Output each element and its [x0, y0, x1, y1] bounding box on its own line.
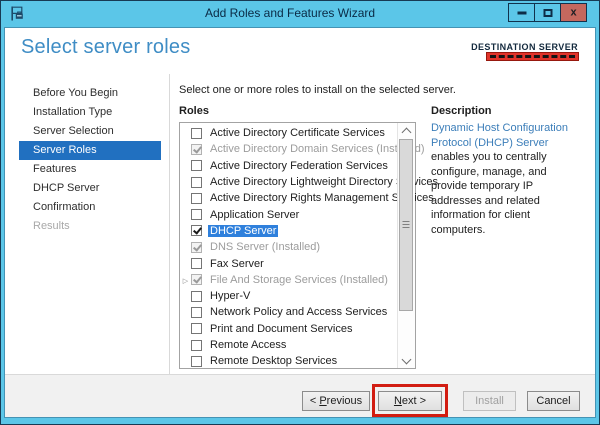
role-label: Fax Server: [208, 258, 266, 270]
role-checkbox[interactable]: [191, 274, 202, 285]
role-checkbox[interactable]: [191, 307, 202, 318]
cancel-button[interactable]: Cancel: [527, 391, 580, 411]
role-checkbox[interactable]: [191, 242, 202, 253]
scroll-down-button[interactable]: [398, 353, 415, 368]
install-button[interactable]: Install: [463, 391, 516, 411]
role-row[interactable]: DHCP Server: [180, 223, 398, 239]
footer-bar: < Previous Next > Install Cancel: [5, 374, 595, 417]
description-panel: Dynamic Host Configuration Protocol (DHC…: [431, 121, 585, 237]
role-label: Network Policy and Access Services: [208, 306, 389, 318]
role-label: Remote Desktop Services: [208, 355, 339, 367]
minimize-icon: [517, 12, 526, 15]
sidebar-item[interactable]: Installation Type: [19, 103, 161, 122]
role-checkbox[interactable]: [191, 193, 202, 204]
role-label: Active Directory Federation Services: [208, 160, 390, 172]
scroll-up-button[interactable]: [398, 123, 415, 138]
role-row[interactable]: DNS Server (Installed): [180, 239, 398, 255]
role-checkbox[interactable]: [191, 128, 202, 139]
scrollbar-thumb[interactable]: [399, 139, 413, 311]
role-row[interactable]: Remote Desktop Services: [180, 353, 398, 369]
description-role-name: Dynamic Host Configuration Protocol (DHC…: [431, 122, 568, 149]
maximize-button[interactable]: [534, 3, 561, 22]
sidebar-item[interactable]: Server Roles: [19, 141, 161, 160]
role-checkbox[interactable]: [191, 258, 202, 269]
close-icon: x: [570, 7, 576, 18]
minimize-button[interactable]: [508, 3, 535, 22]
scrollbar-grip-icon: [403, 221, 410, 222]
role-label: DNS Server (Installed): [208, 241, 322, 253]
sidebar-item[interactable]: Confirmation: [19, 198, 161, 217]
role-row[interactable]: Hyper-V: [180, 288, 398, 304]
role-row[interactable]: Fax Server: [180, 255, 398, 271]
role-checkbox[interactable]: [191, 225, 202, 236]
destination-server-label: DESTINATION SERVER: [471, 42, 578, 52]
sidebar-item[interactable]: Server Selection: [19, 122, 161, 141]
role-checkbox[interactable]: [191, 323, 202, 334]
role-checkbox[interactable]: [191, 356, 202, 367]
previous-button[interactable]: < Previous: [302, 391, 370, 411]
server-name-redaction-box: [486, 52, 579, 61]
role-row[interactable]: Active Directory Lightweight Directory S…: [180, 174, 398, 190]
role-label: Active Directory Domain Services (Instal…: [208, 143, 427, 155]
description-body: enables you to centrally configure, mana…: [431, 151, 547, 236]
role-row[interactable]: Active Directory Certificate Services: [180, 125, 398, 141]
close-button[interactable]: x: [560, 3, 587, 22]
role-label: Hyper-V: [208, 290, 252, 302]
role-row[interactable]: File And Storage Services (Installed): [180, 272, 398, 288]
wizard-content: Select server roles DESTINATION SERVER B…: [4, 27, 596, 418]
next-button[interactable]: Next >: [378, 391, 442, 411]
role-row[interactable]: Application Server: [180, 206, 398, 222]
chevron-down-icon: [402, 355, 412, 365]
role-checkbox[interactable]: [191, 209, 202, 220]
roles-scrollbar[interactable]: [397, 123, 415, 368]
role-label: File And Storage Services (Installed): [208, 274, 390, 286]
role-label: DHCP Server: [208, 225, 278, 237]
role-label: Application Server: [208, 209, 301, 221]
role-checkbox[interactable]: [191, 177, 202, 188]
role-checkbox[interactable]: [191, 291, 202, 302]
role-row[interactable]: Active Directory Federation Services: [180, 158, 398, 174]
role-row[interactable]: Network Policy and Access Services: [180, 304, 398, 320]
role-row[interactable]: Remote Access: [180, 337, 398, 353]
server-manager-flag-icon: [9, 5, 26, 22]
wizard-window: Add Roles and Features Wizard x Select s…: [0, 0, 600, 425]
roles-list: Active Directory Certificate Services Act…: [180, 125, 398, 369]
instruction-text: Select one or more roles to install on t…: [179, 84, 456, 96]
expand-arrow-icon[interactable]: [180, 271, 191, 289]
sidebar-item[interactable]: Results: [19, 217, 161, 236]
maximize-icon: [543, 9, 552, 17]
role-row[interactable]: Active Directory Rights Management Servi…: [180, 190, 398, 206]
wizard-sidebar: Before You BeginInstallation TypeServer …: [19, 84, 161, 236]
role-label: Active Directory Certificate Services: [208, 127, 387, 139]
role-checkbox[interactable]: [191, 160, 202, 171]
description-heading: Description: [431, 105, 492, 117]
window-title: Add Roles and Features Wizard: [91, 6, 489, 20]
page-title: Select server roles: [21, 36, 190, 59]
title-bar[interactable]: Add Roles and Features Wizard x: [1, 1, 599, 26]
roles-listbox: Active Directory Certificate Services Act…: [179, 122, 416, 369]
sidebar-item[interactable]: DHCP Server: [19, 179, 161, 198]
role-row[interactable]: Print and Document Services: [180, 321, 398, 337]
sidebar-divider: [169, 74, 170, 376]
role-checkbox[interactable]: [191, 340, 202, 351]
role-label: Remote Access: [208, 339, 288, 351]
window-controls: x: [509, 3, 587, 22]
sidebar-item[interactable]: Features: [19, 160, 161, 179]
role-checkbox[interactable]: [191, 144, 202, 155]
sidebar-item[interactable]: Before You Begin: [19, 84, 161, 103]
role-label: Print and Document Services: [208, 323, 354, 335]
chevron-up-icon: [402, 128, 412, 138]
role-row[interactable]: Active Directory Domain Services (Instal…: [180, 141, 398, 157]
roles-list-label: Roles: [179, 105, 209, 117]
